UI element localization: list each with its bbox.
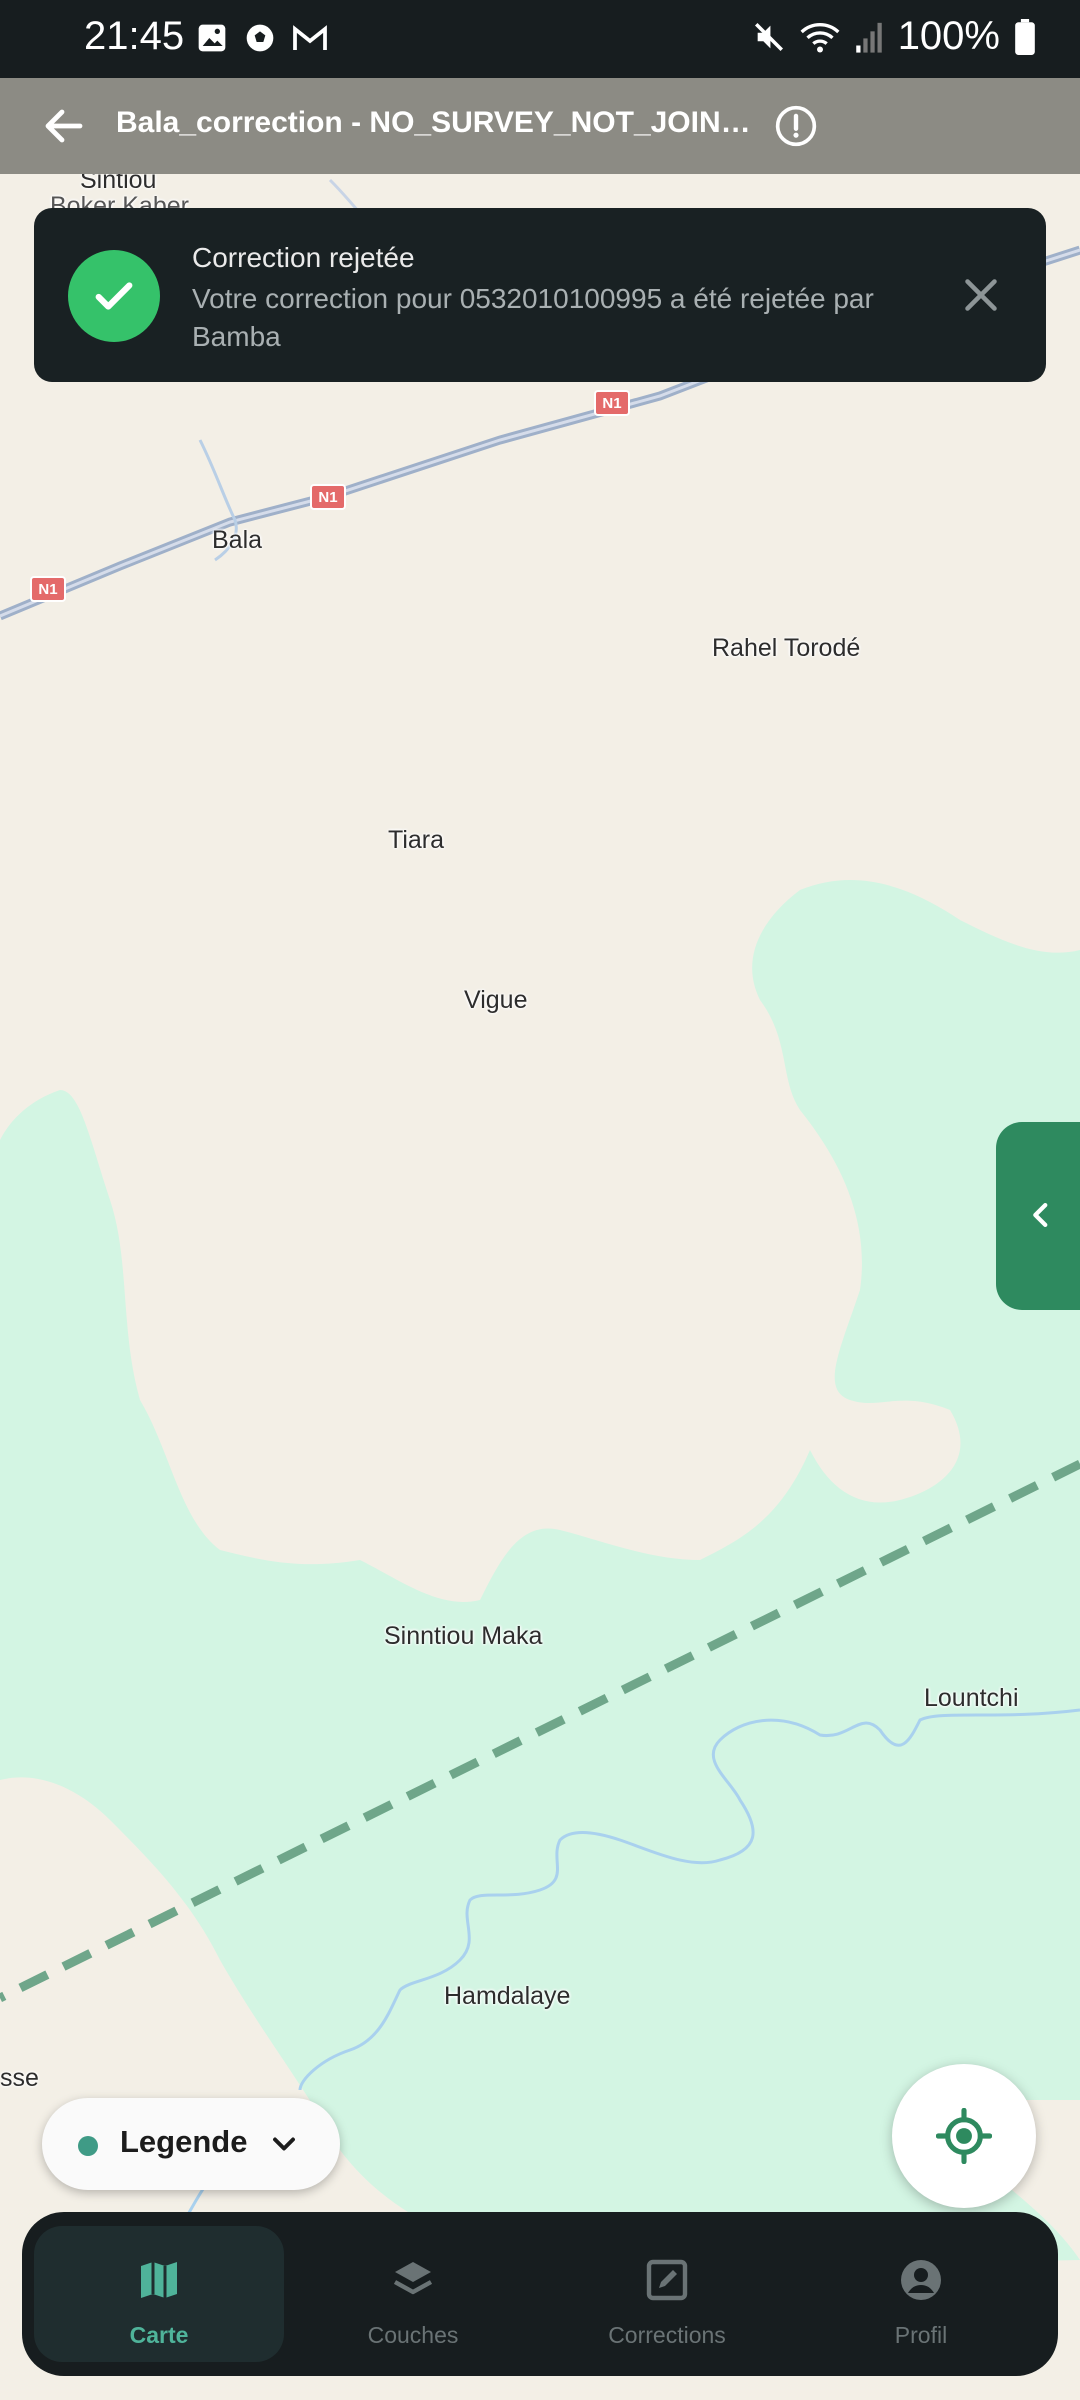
back-arrow-icon[interactable]: [40, 102, 88, 150]
image-icon: [198, 24, 226, 52]
nav-label: Couches: [367, 2322, 459, 2348]
check-circle-icon: [68, 250, 160, 342]
status-bar: 21:45 100%: [0, 0, 1080, 78]
map-canvas: [0, 174, 1080, 2400]
signal-icon: [855, 22, 882, 53]
crosshair-icon: [936, 2108, 992, 2164]
nav-label: Profil: [894, 2322, 948, 2348]
bottom-navigation: Carte Couches Corrections Profil: [22, 2212, 1058, 2376]
gmail-icon: [293, 25, 327, 50]
road-badge: N1: [310, 484, 346, 510]
road-badge: N1: [30, 576, 66, 602]
notification-title: Correction rejetée: [192, 242, 415, 273]
nav-item-profil[interactable]: Profil: [796, 2226, 1046, 2362]
page-title: Bala_correction - NO_SURVEY_NOT_JOINED..…: [116, 106, 756, 139]
map-view[interactable]: Sintiou Boker Kaber Bala Rahel Torodé Ti…: [0, 174, 1080, 2400]
layers-icon: [393, 2262, 433, 2295]
legend-dot: [78, 2136, 98, 2156]
mute-icon: [754, 22, 783, 51]
place-label: sse: [0, 2064, 39, 2092]
place-label: Sinntiou Maka: [384, 1622, 543, 1650]
nav-item-carte[interactable]: Carte: [34, 2226, 284, 2362]
place-label: Vigue: [464, 986, 528, 1014]
my-location-button[interactable]: [892, 2064, 1036, 2208]
info-icon[interactable]: [774, 104, 818, 148]
nav-label: Carte: [129, 2322, 189, 2348]
soccer-ball-icon: [246, 24, 274, 52]
map-icon: [141, 2262, 177, 2298]
place-label: Bala: [212, 526, 263, 554]
side-panel-toggle[interactable]: [996, 1122, 1080, 1310]
legend-dropdown[interactable]: Legende: [42, 2098, 340, 2190]
battery-icon: [1015, 18, 1035, 55]
place-label: Lountchi: [924, 1684, 1019, 1712]
place-label: Tiara: [388, 826, 445, 854]
edit-icon: [646, 2259, 688, 2301]
place-label: Rahel Torodé: [712, 634, 861, 662]
chevron-left-icon: [1033, 1202, 1048, 1228]
legend-label: Legende: [120, 2124, 248, 2159]
account-icon: [901, 2260, 941, 2300]
app-bar: Bala_correction - NO_SURVEY_NOT_JOINED..…: [0, 78, 1080, 174]
notification-message: Votre correction pour 0532010100995 a ét…: [192, 283, 874, 352]
nav-item-couches[interactable]: Couches: [288, 2226, 538, 2362]
wifi-icon: [800, 22, 840, 52]
battery-percent: 100%: [897, 14, 1000, 58]
place-label: Hamdalaye: [444, 1982, 571, 2010]
close-icon[interactable]: [954, 268, 1008, 322]
road-badge: N1: [594, 390, 630, 416]
nav-label: Corrections: [608, 2322, 726, 2348]
status-time: 21:45: [84, 14, 185, 58]
chevron-down-icon: [273, 2137, 295, 2151]
notification-banner[interactable]: Correction rejetée Votre correction pour…: [34, 208, 1046, 382]
nav-item-corrections[interactable]: Corrections: [542, 2226, 792, 2362]
